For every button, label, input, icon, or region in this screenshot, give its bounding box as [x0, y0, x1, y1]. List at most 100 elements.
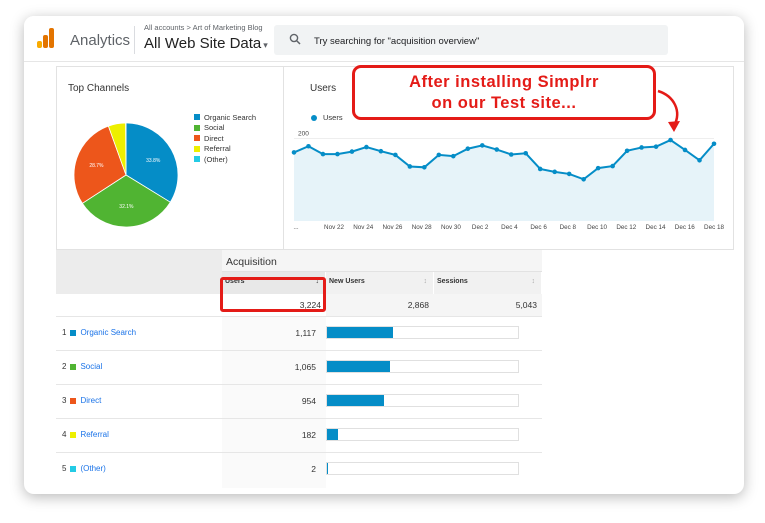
- total-new-users: 2,868: [326, 294, 434, 316]
- top-channels-pie-chart[interactable]: 33.8% 32.1% 28.7%: [71, 120, 181, 230]
- x-tick-label: Nov 24: [353, 224, 373, 231]
- channel-swatch: [70, 329, 77, 336]
- breadcrumb[interactable]: All accounts > Art of Marketing Blog: [144, 23, 263, 32]
- search-input[interactable]: Try searching for "acquisition overview": [314, 36, 479, 47]
- users-legend-label: Users: [323, 113, 343, 122]
- channel-swatch: [70, 431, 77, 438]
- users-data-point[interactable]: [682, 147, 688, 153]
- users-data-point[interactable]: [711, 141, 717, 147]
- column-header-new-users-label: New Users: [329, 278, 365, 285]
- header-divider: [134, 26, 135, 54]
- legend-swatch: [194, 145, 200, 152]
- users-data-point[interactable]: [508, 152, 514, 157]
- channel-link[interactable]: Referral: [80, 430, 108, 439]
- users-data-point[interactable]: [581, 176, 586, 182]
- users-total-highlight: [220, 277, 326, 312]
- legend-item: Organic Search: [194, 112, 256, 123]
- column-header-new-users[interactable]: New Users ↕: [326, 272, 434, 294]
- x-tick-label: Dec 2: [472, 224, 489, 231]
- row-users-value: 2: [311, 464, 316, 474]
- acquisition-group-header: Acquisition: [222, 250, 542, 272]
- users-data-point[interactable]: [393, 152, 398, 158]
- x-tick-label: Dec 6: [530, 224, 547, 231]
- users-data-point[interactable]: [566, 171, 572, 177]
- channel-link[interactable]: Social: [80, 362, 102, 371]
- users-data-point[interactable]: [479, 143, 485, 148]
- view-selector[interactable]: All Web Site Data ▾: [144, 35, 268, 52]
- users-data-point[interactable]: [291, 150, 297, 155]
- legend-item: (Other): [194, 154, 256, 165]
- users-data-point[interactable]: [653, 144, 659, 149]
- users-data-point[interactable]: [436, 152, 442, 158]
- users-data-point[interactable]: [595, 165, 601, 171]
- users-data-point[interactable]: [378, 148, 384, 154]
- row-share-fill: [327, 327, 394, 338]
- users-data-point[interactable]: [306, 143, 311, 149]
- row-share-fill: [327, 463, 328, 474]
- row-number: 4: [62, 430, 67, 439]
- users-data-point[interactable]: [320, 151, 326, 157]
- users-data-point[interactable]: [364, 144, 369, 150]
- users-line-chart[interactable]: 200100...Nov 22Nov 24Nov 26Nov 28Nov 30D…: [284, 126, 736, 236]
- table-row: 3 Direct: [62, 396, 101, 405]
- x-tick-label: Dec 4: [501, 224, 518, 231]
- users-data-point[interactable]: [537, 166, 543, 172]
- top-bar: Analytics All accounts > Art of Marketin…: [24, 16, 744, 62]
- users-data-point[interactable]: [335, 151, 340, 157]
- x-tick-label: Dec 16: [675, 224, 695, 231]
- row-share-bar: [326, 462, 519, 475]
- users-data-point[interactable]: [349, 149, 355, 154]
- legend-item: Referral: [194, 144, 256, 155]
- acquisition-label: Acquisition: [226, 256, 277, 268]
- x-tick-label: ...: [293, 224, 298, 231]
- x-tick-label: Nov 26: [382, 224, 402, 231]
- row-number: 1: [62, 328, 67, 337]
- search-bar[interactable]: Try searching for "acquisition overview": [274, 25, 668, 55]
- users-data-point[interactable]: [697, 157, 702, 163]
- row-share-bar: [326, 394, 519, 407]
- callout-line-1: After installing Simplrr: [409, 73, 599, 91]
- legend-swatch: [194, 135, 200, 142]
- chevron-down-icon: ▾: [263, 40, 268, 50]
- users-column-background: [222, 294, 326, 488]
- pie-legend: Organic Search Social Direct Referral (Other…: [194, 112, 256, 165]
- legend-label: Organic Search: [204, 112, 257, 122]
- users-data-point[interactable]: [407, 164, 413, 169]
- channel-link[interactable]: (Other): [80, 464, 105, 473]
- channel-swatch: [70, 465, 77, 472]
- users-data-point[interactable]: [639, 145, 644, 150]
- table-row: 5 (Other): [62, 464, 106, 473]
- legend-item: Social: [194, 123, 256, 134]
- row-share-bar: [326, 326, 519, 339]
- y-tick-label: 200: [298, 130, 309, 137]
- row-number: 5: [62, 464, 67, 473]
- x-tick-label: Dec 10: [587, 224, 607, 231]
- users-data-point[interactable]: [451, 153, 456, 159]
- callout-line-2: on our Test site...: [431, 94, 577, 112]
- users-data-point[interactable]: [610, 163, 615, 169]
- users-data-point[interactable]: [624, 148, 630, 154]
- users-legend: Users: [311, 113, 343, 122]
- legend-item: Direct: [194, 133, 256, 144]
- channel-link[interactable]: Organic Search: [80, 328, 136, 337]
- users-data-point[interactable]: [523, 150, 529, 156]
- users-data-point[interactable]: [422, 165, 427, 170]
- row-users-value: 182: [301, 430, 316, 440]
- app-window: Analytics All accounts > Art of Marketin…: [24, 16, 744, 494]
- users-data-point[interactable]: [668, 137, 673, 143]
- analytics-logo-icon[interactable]: [37, 28, 55, 48]
- row-share-fill: [327, 361, 391, 372]
- channel-link[interactable]: Direct: [80, 396, 101, 405]
- x-tick-label: Nov 30: [441, 224, 461, 231]
- legend-label: (Other): [204, 154, 228, 164]
- column-header-sessions[interactable]: Sessions ↕: [434, 272, 542, 294]
- pie-slice-label: 33.8%: [146, 158, 161, 164]
- users-data-point[interactable]: [465, 146, 471, 152]
- users-data-point[interactable]: [494, 147, 500, 152]
- legend-swatch: [194, 156, 200, 163]
- row-divider: [56, 384, 542, 385]
- legend-label: Social: [204, 123, 225, 133]
- table-row: 4 Referral: [62, 430, 109, 439]
- x-tick-label: Nov 22: [324, 224, 344, 231]
- users-data-point[interactable]: [552, 169, 557, 175]
